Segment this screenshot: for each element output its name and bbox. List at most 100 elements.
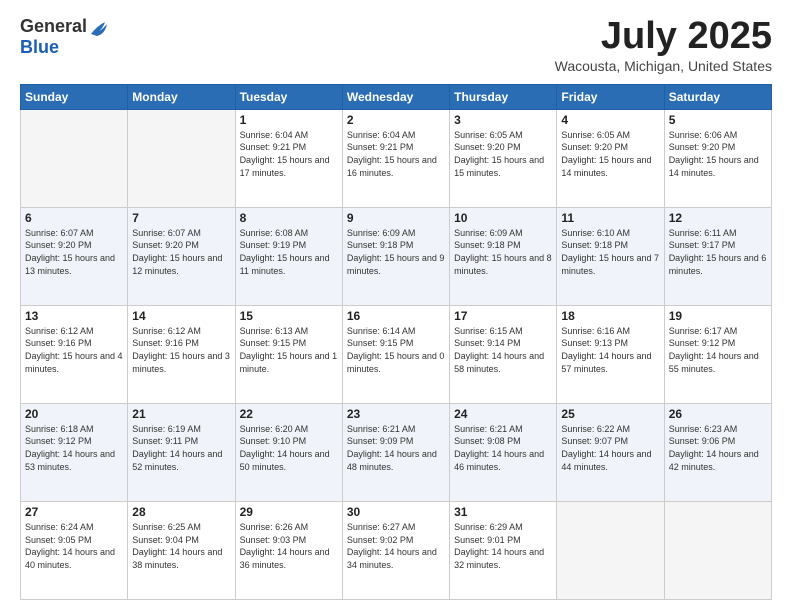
calendar-cell-w2-d7: 12Sunrise: 6:11 AMSunset: 9:17 PMDayligh… [664,207,771,305]
day-number: 2 [347,113,445,127]
day-number: 13 [25,309,123,323]
month-title: July 2025 [555,16,772,58]
daylight-text: Daylight: 15 hours and 11 minutes. [240,253,330,276]
calendar-header-row: Sunday Monday Tuesday Wednesday Thursday… [21,84,772,109]
cell-info: Sunrise: 6:05 AMSunset: 9:20 PMDaylight:… [454,129,552,179]
calendar-cell-w2-d3: 8Sunrise: 6:08 AMSunset: 9:19 PMDaylight… [235,207,342,305]
day-number: 9 [347,211,445,225]
sunset-text: Sunset: 9:20 PM [669,142,736,152]
calendar-cell-w5-d7 [664,501,771,599]
day-number: 16 [347,309,445,323]
day-number: 3 [454,113,552,127]
logo: General Blue [20,16,107,58]
sunset-text: Sunset: 9:18 PM [561,240,628,250]
cell-info: Sunrise: 6:12 AMSunset: 9:16 PMDaylight:… [132,325,230,375]
cell-info: Sunrise: 6:17 AMSunset: 9:12 PMDaylight:… [669,325,767,375]
daylight-text: Daylight: 14 hours and 52 minutes. [132,449,222,472]
calendar-cell-w5-d6 [557,501,664,599]
sunset-text: Sunset: 9:07 PM [561,436,628,446]
sunrise-text: Sunrise: 6:15 AM [454,326,523,336]
location: Wacousta, Michigan, United States [555,58,772,74]
day-number: 29 [240,505,338,519]
week-row-1: 1Sunrise: 6:04 AMSunset: 9:21 PMDaylight… [21,109,772,207]
day-number: 6 [25,211,123,225]
col-tuesday: Tuesday [235,84,342,109]
calendar-cell-w3-d7: 19 Sunrise: 6:17 AMSunset: 9:12 PMDayligh… [664,305,771,403]
daylight-text: Daylight: 15 hours and 4 minutes. [25,351,123,374]
calendar-cell-w4-d5: 24Sunrise: 6:21 AMSunset: 9:08 PMDayligh… [450,403,557,501]
sunset-text: Sunset: 9:20 PM [454,142,521,152]
sunset-text: Sunset: 9:10 PM [240,436,307,446]
daylight-text: Daylight: 14 hours and 48 minutes. [347,449,437,472]
daylight-text: Daylight: 15 hours and 12 minutes. [132,253,222,276]
sunrise-text: Sunrise: 6:04 AM [347,130,416,140]
cell-info: Sunrise: 6:19 AMSunset: 9:11 PMDaylight:… [132,423,230,473]
daylight-text: Daylight: 14 hours and 40 minutes. [25,547,115,570]
calendar-cell-w4-d7: 26Sunrise: 6:23 AMSunset: 9:06 PMDayligh… [664,403,771,501]
sunset-text: Sunset: 9:06 PM [669,436,736,446]
calendar-cell-w1-d7: 5Sunrise: 6:06 AMSunset: 9:20 PMDaylight… [664,109,771,207]
calendar-cell-w2-d4: 9Sunrise: 6:09 AMSunset: 9:18 PMDaylight… [342,207,449,305]
calendar-cell-w1-d2 [128,109,235,207]
day-number: 27 [25,505,123,519]
sunrise-text: Sunrise: 6:12 AM [132,326,201,336]
logo-general-text: General [20,17,87,37]
day-number: 24 [454,407,552,421]
calendar-cell-w4-d3: 22Sunrise: 6:20 AMSunset: 9:10 PMDayligh… [235,403,342,501]
sunrise-text: Sunrise: 6:11 AM [669,228,737,238]
sunrise-text: Sunrise: 6:21 AM [454,424,523,434]
cell-info: Sunrise: 6:24 AMSunset: 9:05 PMDaylight:… [25,521,123,571]
day-number: 8 [240,211,338,225]
day-number: 1 [240,113,338,127]
daylight-text: Daylight: 15 hours and 17 minutes. [240,155,330,178]
sunrise-text: Sunrise: 6:23 AM [669,424,738,434]
day-number: 23 [347,407,445,421]
sunrise-text: Sunrise: 6:09 AM [454,228,523,238]
week-row-3: 13 Sunrise: 6:12 AM Sunset: 9:16 PM Dayligh… [21,305,772,403]
sunset-text: Sunset: 9:16 PM [25,338,92,348]
day-number: 17 [454,309,552,323]
cell-info: Sunrise: 6:21 AMSunset: 9:08 PMDaylight:… [454,423,552,473]
cell-info: Sunrise: 6:23 AMSunset: 9:06 PMDaylight:… [669,423,767,473]
col-saturday: Saturday [664,84,771,109]
calendar-cell-w2-d1: 6Sunrise: 6:07 AMSunset: 9:20 PMDaylight… [21,207,128,305]
calendar-cell-w5-d2: 28Sunrise: 6:25 AMSunset: 9:04 PMDayligh… [128,501,235,599]
sunset-text: Sunset: 9:14 PM [454,338,521,348]
sunrise-text: Sunrise: 6:27 AM [347,522,416,532]
sunset-text: Sunset: 9:01 PM [454,535,521,545]
sunset-text: Sunset: 9:09 PM [347,436,414,446]
calendar-cell-w2-d2: 7Sunrise: 6:07 AMSunset: 9:20 PMDaylight… [128,207,235,305]
daylight-text: Daylight: 14 hours and 44 minutes. [561,449,651,472]
day-number: 15 [240,309,338,323]
sunset-text: Sunset: 9:18 PM [454,240,521,250]
sunset-text: Sunset: 9:08 PM [454,436,521,446]
calendar-cell-w5-d5: 31Sunrise: 6:29 AMSunset: 9:01 PMDayligh… [450,501,557,599]
sunset-text: Sunset: 9:20 PM [561,142,628,152]
day-number: 20 [25,407,123,421]
cell-info: Sunrise: 6:15 AMSunset: 9:14 PMDaylight:… [454,325,552,375]
sunset-text: Sunset: 9:16 PM [132,338,199,348]
cell-info: Sunrise: 6:10 AMSunset: 9:18 PMDaylight:… [561,227,659,277]
sunset-text: Sunset: 9:20 PM [25,240,92,250]
sunset-text: Sunset: 9:20 PM [132,240,199,250]
sunrise-text: Sunrise: 6:22 AM [561,424,630,434]
week-row-5: 27 Sunrise: 6:24 AMSunset: 9:05 PMDayligh… [21,501,772,599]
sunrise-text: Sunrise: 6:05 AM [454,130,523,140]
sunset-text: Sunset: 9:15 PM [240,338,307,348]
daylight-text: Daylight: 15 hours and 14 minutes. [669,155,759,178]
logo-bird-icon [89,16,107,38]
header: General Blue July 2025 Wacousta, Michiga… [20,16,772,74]
sunrise-text: Sunrise: 6:04 AM [240,130,309,140]
daylight-text: Daylight: 15 hours and 9 minutes. [347,253,445,276]
day-number: 30 [347,505,445,519]
cell-info: Sunrise: 6:20 AMSunset: 9:10 PMDaylight:… [240,423,338,473]
cell-info: Sunrise: 6:16 AMSunset: 9:13 PMDaylight:… [561,325,659,375]
title-block: July 2025 Wacousta, Michigan, United Sta… [555,16,772,74]
day-number: 25 [561,407,659,421]
day-number: 19 [669,309,767,323]
day-number: 5 [669,113,767,127]
cell-info: Sunrise: 6:21 AMSunset: 9:09 PMDaylight:… [347,423,445,473]
daylight-text: Daylight: 15 hours and 14 minutes. [561,155,651,178]
day-number: 10 [454,211,552,225]
col-thursday: Thursday [450,84,557,109]
